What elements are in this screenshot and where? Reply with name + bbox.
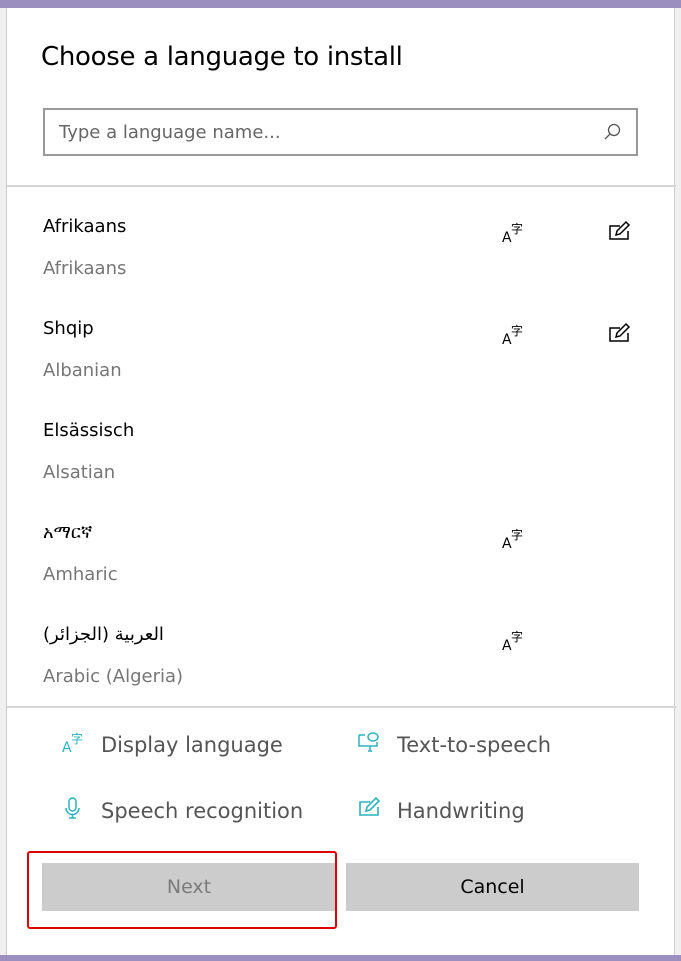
language-list: Afrikaans Afrikaans A 字 Shqip Albanian A 字 Els… [7,188,676,706]
language-english-name: Arabic (Algeria) [43,666,184,687]
svg-text:字: 字 [71,731,83,746]
svg-text:字: 字 [511,527,523,542]
legend-label: Speech recognition [101,798,304,823]
svg-text:字: 字 [511,221,523,236]
install-language-dialog: Choose a language to install Afrikaans A… [6,8,676,955]
text-to-speech-icon [357,730,381,759]
dialog-title: Choose a language to install [41,42,403,72]
legend-text-to-speech: Text-to-speech [357,730,551,759]
search-icon[interactable] [602,122,622,142]
language-native-name: Elsässisch [43,420,135,441]
language-list-item[interactable]: አማርኛ Amharic A 字 [7,502,676,604]
legend-display-language: A字 Display language [61,730,283,759]
language-list-item[interactable]: Shqip Albanian A 字 [7,298,676,400]
language-native-name: العربية (الجزائر) [43,624,164,645]
display-language-icon: A字 [501,220,525,248]
divider [7,185,676,187]
window-bottom-border [0,955,681,961]
handwriting-icon [607,220,631,248]
language-search-box[interactable] [43,108,638,156]
legend-label: Text-to-speech [397,732,552,757]
divider [7,706,676,708]
language-list-item[interactable]: Afrikaans Afrikaans A 字 [7,196,676,298]
next-button-highlight [27,851,337,929]
language-list-item[interactable]: العربية (الجزائر) Arabic (Algeria) A 字 [7,604,676,706]
language-list-item[interactable]: Elsässisch Alsatian [7,400,676,502]
display-language-icon: A字 [61,730,85,759]
display-language-icon: A字 [501,526,525,554]
cancel-button[interactable]: Cancel [346,863,639,911]
display-language-icon: A字 [501,628,525,656]
language-native-name: Afrikaans [43,216,127,237]
language-native-name: Shqip [43,318,94,339]
language-english-name: Amharic [43,564,118,585]
legend-label: Display language [101,732,283,757]
language-english-name: Alsatian [43,462,116,483]
legend-speech-recognition: Speech recognition [61,796,303,825]
legend-handwriting: Handwriting [357,796,525,825]
window-top-border [0,0,681,8]
legend-label: Handwriting [397,798,525,823]
svg-text:字: 字 [511,323,523,338]
language-english-name: Afrikaans [43,258,127,279]
language-native-name: አማርኛ [43,522,93,543]
display-language-icon: A字 [501,322,525,350]
language-english-name: Albanian [43,360,122,381]
svg-text:字: 字 [511,629,523,644]
handwriting-icon [357,796,381,825]
handwriting-icon [607,322,631,350]
search-input[interactable] [59,121,602,143]
microphone-icon [61,796,85,825]
